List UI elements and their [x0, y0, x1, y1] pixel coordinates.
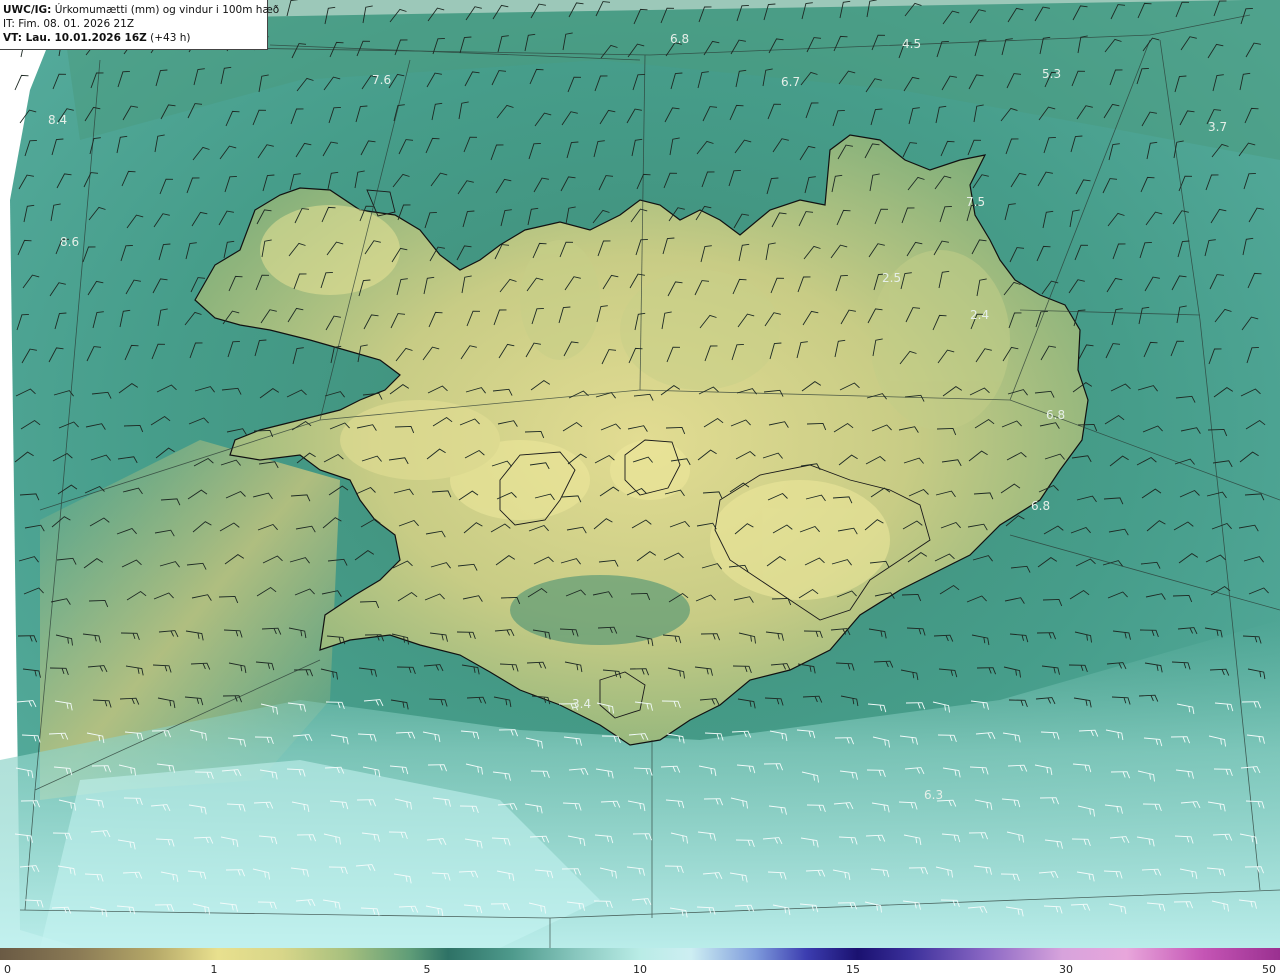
precip-value-label: 6.3 — [924, 788, 943, 802]
legend-colorbar — [0, 948, 1280, 960]
lead-time: (+43 h) — [150, 32, 191, 44]
model-code: UWC/IG: — [3, 4, 52, 16]
precip-value-label: 8.4 — [48, 113, 67, 127]
precip-value-label: 6.8 — [1031, 499, 1050, 513]
legend-tick: 0 — [4, 963, 11, 976]
precipitation-map: 6.8 4.5 5.3 7.6 6.7 8.4 3.7 7.5 8.6 2.5 2.4 6.8 6.8 3… — [0, 0, 1280, 948]
legend-tick: 50 — [1262, 963, 1276, 976]
legend-tick: 15 — [846, 963, 860, 976]
precip-value-label: 3.7 — [1208, 120, 1227, 134]
precip-value-label: 7.6 — [372, 73, 391, 87]
info-box: UWC/IG: Úrkomumætti (mm) og vindur i 100… — [0, 0, 279, 50]
legend-tick: 30 — [1059, 963, 1073, 976]
precip-value-label: 2.4 — [970, 308, 989, 322]
precip-value-label: 4.5 — [902, 37, 921, 51]
legend-tick: 10 — [633, 963, 647, 976]
product-title: Úrkomumætti (mm) og vindur i 100m hæð — [54, 4, 280, 16]
precip-value-label: 6.8 — [670, 32, 689, 46]
issue-time: IT: Fim. 08. 01. 2026 21Z — [3, 18, 135, 30]
valid-time: VT: Lau. 10.01.2026 16Z — [3, 32, 147, 44]
precip-value-label: 8.6 — [60, 235, 79, 249]
precip-value-label: 6.7 — [781, 75, 800, 89]
precip-value-label: 7.5 — [966, 195, 985, 209]
precip-value-label: 5.3 — [1042, 67, 1061, 81]
legend-tick: 1 — [210, 963, 218, 976]
wind-barb — [14, 74, 29, 91]
color-legend: 0 1 5 10 15 30 50 — [0, 948, 1280, 978]
precip-value-label: 2.5 — [882, 271, 901, 285]
precip-value-label: 3.4 — [572, 697, 591, 711]
legend-tick: 5 — [423, 963, 431, 976]
precip-value-label: 6.8 — [1046, 408, 1065, 422]
map-area[interactable]: 6.8 4.5 5.3 7.6 6.7 8.4 3.7 7.5 8.6 2.5 2.4 6.8 6.8 3… — [0, 0, 1280, 948]
